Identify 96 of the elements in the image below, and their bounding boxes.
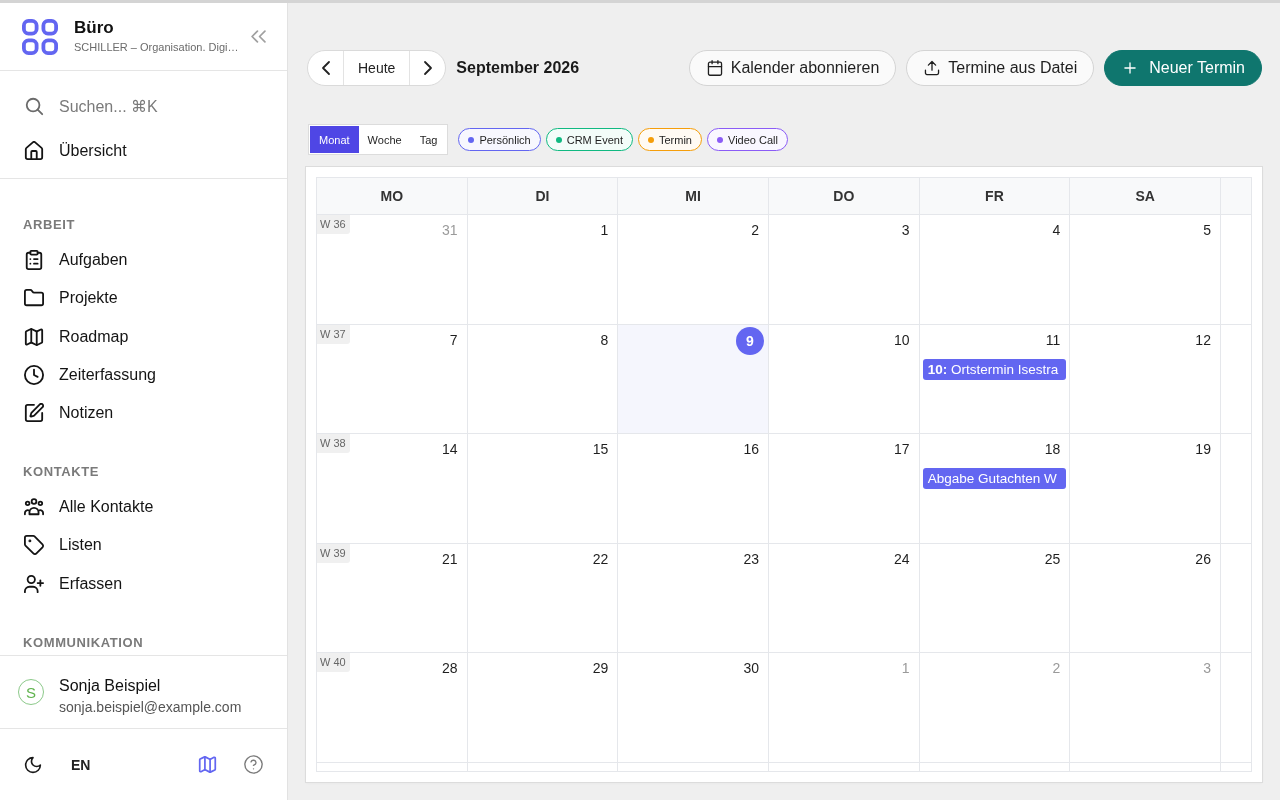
day-number: 24: [894, 549, 911, 567]
view-tab[interactable]: Woche: [358, 126, 411, 153]
people-icon: [24, 497, 44, 518]
home-icon: [24, 141, 44, 161]
nav-link[interactable]: Zeiterfassung: [24, 362, 156, 387]
theme-toggle-button[interactable]: [24, 755, 42, 774]
section-heading: ARBEIT: [23, 216, 75, 234]
day-number: 11: [1045, 330, 1062, 348]
app-title: Büro: [74, 18, 114, 38]
new-event-button[interactable]: Neuer Termin: [1104, 50, 1262, 86]
collapse-sidebar-button[interactable]: [251, 29, 266, 44]
clock-icon: [24, 364, 44, 385]
day-number: 30: [743, 659, 760, 677]
calendar-icon: [706, 60, 723, 76]
weekday-header: FR: [919, 178, 1071, 215]
tag-icon: [24, 535, 44, 556]
roadmap-button[interactable]: [198, 755, 217, 774]
day-number: 8: [600, 330, 610, 348]
nav-link[interactable]: Listen: [24, 533, 102, 558]
day-number: 23: [743, 549, 760, 567]
day-number: 21: [442, 549, 459, 567]
day-number: 2: [751, 221, 760, 238]
user-name: Sonja Beispiel: [59, 676, 161, 696]
moon-icon: [24, 755, 42, 774]
day-number: 31: [442, 221, 459, 238]
section-heading: KOMMUNIKATION: [23, 633, 144, 652]
folder-icon: [24, 288, 44, 309]
day-number: 19: [1195, 440, 1212, 458]
day-number: 12: [1195, 330, 1212, 348]
view-tab[interactable]: Monat: [310, 126, 359, 153]
logo-icon: [22, 18, 58, 55]
weekday-header: DI: [467, 178, 619, 215]
nav-link[interactable]: Alle Kontakte: [24, 495, 154, 520]
calendar-event[interactable]: 10: Ortstermin Isestra: [922, 358, 1067, 380]
legend-chip[interactable]: Termin: [638, 128, 702, 151]
day-number: 4: [1052, 221, 1062, 238]
day-number: 14: [442, 440, 459, 458]
day-number: 3: [901, 221, 911, 238]
week-number: W 38: [317, 434, 350, 454]
day-number: 25: [1044, 549, 1062, 567]
day-number: 18: [1044, 440, 1062, 458]
day-number: 17: [894, 440, 911, 458]
section-heading: KONTAKTE: [23, 463, 100, 482]
week-number: W 40: [317, 653, 350, 673]
weekday-header: SA: [1070, 178, 1221, 215]
week-number: W 37: [317, 324, 350, 344]
calendar-event[interactable]: Abgabe Gutachten W: [922, 468, 1067, 490]
day-number: 3: [1203, 659, 1212, 677]
user-plus-icon: [24, 573, 44, 594]
nav-link[interactable]: Roadmap: [24, 324, 129, 349]
map-icon: [198, 755, 217, 774]
day-number: 29: [592, 659, 610, 677]
day-number: 1: [901, 659, 911, 677]
legend-chip[interactable]: Video Call: [707, 128, 788, 151]
day-number: 2: [1052, 659, 1062, 677]
pencil-square-icon: [24, 403, 44, 424]
search-icon: [24, 96, 44, 116]
week-number: W 39: [317, 543, 350, 563]
today-button[interactable]: Heute: [343, 51, 411, 85]
plus-icon: [1122, 60, 1139, 76]
day-number: 28: [442, 659, 459, 677]
help-icon: [244, 755, 263, 774]
day-number: 9: [735, 326, 764, 355]
day-number: 1: [600, 221, 610, 238]
help-button[interactable]: [244, 755, 263, 774]
language-button[interactable]: EN: [71, 756, 91, 773]
nav-link[interactable]: Aufgaben: [24, 248, 128, 272]
day-number: 7: [449, 330, 459, 348]
nav-link[interactable]: Projekte: [24, 286, 118, 311]
legend-chip[interactable]: CRM Event: [545, 128, 633, 151]
double-chevron-left-icon: [251, 29, 266, 44]
day-number: 10: [894, 330, 911, 348]
weekday-header: DO: [768, 178, 920, 215]
import-events-button[interactable]: Termine aus Datei: [906, 50, 1095, 86]
day-number: 26: [1195, 549, 1212, 567]
upload-icon: [924, 60, 941, 76]
day-number: 22: [592, 549, 610, 567]
weekday-header: MI: [618, 178, 769, 215]
nav-link[interactable]: Notizen: [24, 401, 114, 426]
weekday-header: MO: [317, 178, 468, 215]
legend-chip[interactable]: Persönlich: [458, 128, 541, 151]
search-button[interactable]: Suchen... ⌘K: [24, 94, 158, 118]
map-icon: [24, 326, 44, 347]
week-number: W 36: [317, 215, 350, 234]
month-title: September 2026: [456, 59, 580, 77]
day-number: 5: [1203, 221, 1212, 238]
day-cell: [1220, 762, 1252, 772]
user-email: sonja.beispiel@example.com: [59, 698, 242, 716]
view-tab[interactable]: Tag: [410, 126, 447, 153]
nav-link[interactable]: Übersicht: [24, 139, 127, 163]
day-number: 16: [743, 440, 760, 458]
clipboard-icon: [24, 250, 44, 270]
app-subtitle: SCHILLER – Organisation. Digi…: [74, 40, 239, 55]
subscribe-calendar-button[interactable]: Kalender abonnieren: [688, 50, 897, 86]
day-number: 15: [592, 440, 610, 458]
nav-link[interactable]: Erfassen: [24, 571, 123, 596]
